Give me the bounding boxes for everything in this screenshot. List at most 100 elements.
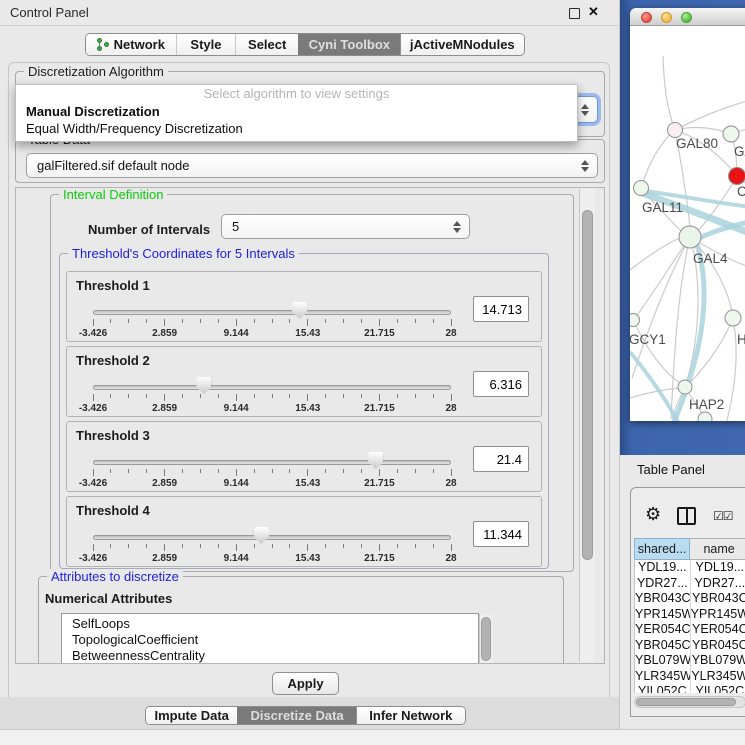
threshold-value-input[interactable]	[473, 296, 529, 322]
network-node-gal4[interactable]	[679, 226, 701, 248]
tick-mark	[343, 469, 344, 473]
tab-cyni-toolbox[interactable]: Cyni Toolbox	[298, 34, 400, 55]
minimize-window-icon[interactable]	[661, 12, 672, 23]
tick-mark	[146, 544, 147, 548]
node-table: shared... name YDL19...YDL19...YDR27...Y…	[634, 538, 745, 693]
threshold-slider[interactable]: -3.4262.8599.14415.4321.71528	[67, 377, 541, 417]
bottom-tab-infer-network[interactable]: Infer Network	[356, 707, 465, 724]
cell-name: YIL052C	[691, 684, 745, 693]
table-row[interactable]: YIL052CYIL052C	[635, 684, 745, 693]
table-row[interactable]: YLR345WYLR345W	[635, 669, 745, 685]
network-node-c[interactable]	[729, 168, 745, 185]
tick-mark	[110, 544, 111, 548]
network-canvas[interactable]: GAL80GACGAL11GAL4GCY1HHAP2	[630, 26, 745, 421]
tick-mark	[182, 394, 183, 398]
bottom-tab-discretize-data[interactable]: Discretize Data	[237, 707, 355, 724]
network-window-titlebar[interactable]	[630, 8, 745, 26]
table-panel: ⚙ ☑☑ shared... name YDL19...YDL19...YDR2…	[630, 487, 745, 717]
tick-mark	[433, 544, 434, 548]
tick-label: 2.859	[135, 328, 195, 339]
close-window-icon[interactable]	[641, 12, 652, 23]
tab-jactivemnodules[interactable]: jActiveMNodules	[400, 34, 524, 55]
tab-style[interactable]: Style	[176, 34, 236, 55]
slider-track[interactable]	[93, 385, 451, 390]
tick-mark	[128, 319, 129, 323]
network-icon	[97, 38, 109, 51]
cell-shared-name: YLR345W	[635, 669, 691, 685]
zoom-window-icon[interactable]	[681, 12, 692, 23]
tab-network[interactable]: Network	[86, 34, 176, 55]
scrollbar-thumb[interactable]	[481, 617, 491, 661]
table-horizontal-scrollbar[interactable]	[634, 696, 745, 708]
threshold-value-input[interactable]	[473, 521, 529, 547]
tick-mark	[343, 319, 344, 323]
network-node-hap2[interactable]	[678, 380, 692, 394]
float-panel-icon[interactable]	[569, 8, 580, 19]
tick-label: 15.43	[278, 328, 338, 339]
threshold-title: Threshold 1	[76, 278, 150, 293]
slider-thumb[interactable]	[292, 302, 307, 319]
column-header-name[interactable]: name	[690, 538, 745, 560]
settings-pane-scrollbar[interactable]	[579, 189, 595, 662]
numerical-attributes-list[interactable]: SelfLoopsTopologicalCoefficientBetweenne…	[61, 613, 479, 664]
network-node-gcy1[interactable]	[630, 314, 640, 327]
apply-button[interactable]: Apply	[272, 672, 339, 695]
table-row[interactable]: YPR145WYPR145W	[635, 607, 745, 623]
tick-mark	[415, 544, 416, 548]
network-edge	[726, 318, 736, 421]
select-columns-icon[interactable]: ☑☑	[713, 509, 733, 523]
tick-mark	[451, 469, 452, 476]
threshold-slider[interactable]: -3.4262.8599.14415.4321.71528	[67, 452, 541, 492]
table-data-combobox[interactable]: galFiltered.sif default node	[26, 153, 598, 178]
settings-gear-icon[interactable]: ⚙	[645, 505, 661, 523]
table-row[interactable]: YDL19...YDL19...	[635, 560, 745, 576]
threshold-slider[interactable]: -3.4262.8599.14415.4321.71528	[67, 302, 541, 342]
number-of-intervals-combobox[interactable]: 5	[221, 214, 470, 239]
threshold-slider[interactable]: -3.4262.8599.14415.4321.71528	[67, 527, 541, 567]
slider-track[interactable]	[93, 460, 451, 465]
dropdown-option-equal-width-frequency[interactable]: Equal Width/Frequency Discretization	[16, 120, 577, 137]
table-row[interactable]: YBR043CYBR043C	[635, 591, 745, 607]
network-node-ga[interactable]	[723, 126, 739, 142]
attributes-list-scrollbar[interactable]	[479, 614, 493, 664]
network-view-window[interactable]: GAL80GACGAL11GAL4GCY1HHAP2	[630, 8, 745, 421]
table-row[interactable]: YBL079WYBL079W	[635, 653, 745, 669]
table-row[interactable]: YBR045CYBR045C	[635, 638, 745, 654]
dropdown-option-manual-discretization[interactable]: Manual Discretization	[16, 103, 577, 120]
table-header-row: shared... name	[634, 538, 745, 560]
tick-mark	[200, 394, 201, 398]
bottom-tab-impute-data[interactable]: Impute Data	[146, 707, 237, 724]
table-body[interactable]: YDL19...YDL19...YDR27...YDR27...YBR043CY…	[634, 560, 745, 693]
table-row[interactable]: YER054CYER054C	[635, 622, 745, 638]
tick-mark	[110, 469, 111, 473]
tick-mark	[343, 394, 344, 398]
list-item-topologicalcoefficient[interactable]: TopologicalCoefficient	[62, 632, 478, 648]
cell-shared-name: YBR043C	[635, 591, 691, 607]
tab-select[interactable]: Select	[235, 34, 298, 55]
column-header-shared-name[interactable]: shared...	[634, 538, 690, 560]
table-panel-titlebar: Table Panel	[620, 455, 745, 485]
slider-track[interactable]	[93, 310, 451, 315]
tick-mark	[146, 469, 147, 473]
close-panel-icon[interactable]: ✕	[588, 4, 599, 20]
slider-thumb[interactable]	[368, 452, 383, 469]
scrollbar-thumb[interactable]	[582, 210, 593, 560]
tick-mark	[236, 319, 237, 326]
list-item-selfloops[interactable]: SelfLoops	[62, 616, 478, 632]
network-node-label: HAP2	[689, 397, 724, 412]
control-panel-titlebar: Control Panel ✕	[0, 0, 619, 26]
network-node[interactable]	[698, 412, 712, 421]
scrollbar-thumb[interactable]	[636, 698, 736, 706]
cell-shared-name: YER054C	[635, 622, 691, 638]
table-row[interactable]: YDR27...YDR27...	[635, 576, 745, 592]
network-node-gal11[interactable]	[634, 181, 649, 196]
slider-thumb[interactable]	[254, 527, 269, 544]
tick-mark	[289, 469, 290, 473]
split-view-icon[interactable]	[677, 507, 696, 525]
slider-thumb[interactable]	[196, 377, 211, 394]
threshold-value-input[interactable]	[473, 446, 529, 472]
threshold-value-input[interactable]	[473, 371, 529, 397]
list-item-betweennesscentrality[interactable]: BetweennessCentrality	[62, 648, 478, 664]
network-node-h[interactable]	[725, 310, 741, 326]
slider-track[interactable]	[93, 535, 451, 540]
